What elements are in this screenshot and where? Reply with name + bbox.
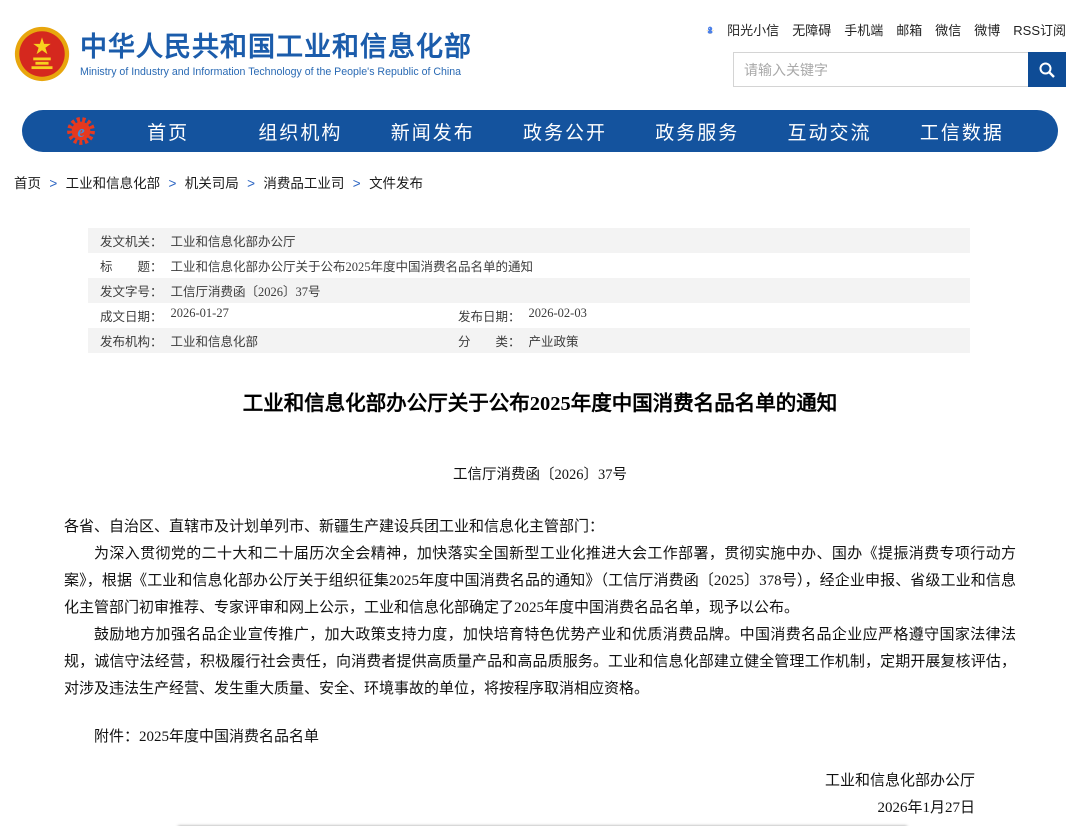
nav-item-gov-services[interactable]: 政务服务 xyxy=(631,118,763,145)
nav-item-news[interactable]: 新闻发布 xyxy=(367,118,499,145)
body-paragraph-2: 鼓励地方加强名品企业宣传推广，加大政策支持力度，加快培育特色优势产业和优质消费品… xyxy=(64,622,1016,703)
breadcrumb-separator: > xyxy=(49,176,57,191)
search-box xyxy=(733,52,1066,87)
meta-value: 工业和信息化部办公厅关于公布2025年度中国消费名品名单的通知 xyxy=(171,256,534,275)
meta-row-publisher-category: 发布机构： 工业和信息化部 分 类： 产业政策 xyxy=(88,328,970,353)
meta-label: 发布日期： xyxy=(458,306,521,325)
site-title: 中华人民共和国工业和信息化部 xyxy=(80,31,472,63)
search-button[interactable] xyxy=(1028,52,1066,87)
breadcrumb-separator: > xyxy=(169,176,177,191)
site-header: 中华人民共和国工业和信息化部 Ministry of Industry and … xyxy=(0,0,1080,106)
meta-row-issuing-office: 发文机关： 工业和信息化部办公厅 xyxy=(88,228,970,253)
nav-item-gov-disclosure[interactable]: 政务公开 xyxy=(499,118,631,145)
site-subtitle: Ministry of Industry and Information Tec… xyxy=(80,66,472,78)
utility-link-mail[interactable]: 邮箱 xyxy=(896,20,922,39)
meta-value: 工信厅消费函〔2026〕37号 xyxy=(171,281,321,300)
attachment-line: 附件：2025年度中国消费名品名单 xyxy=(64,725,1016,746)
signature-block: 工业和信息化部办公厅 2026年1月27日 xyxy=(0,768,975,822)
meta-label: 分 类： xyxy=(458,331,521,350)
utility-link-mobile[interactable]: 手机端 xyxy=(844,20,883,39)
signature-date: 2026年1月27日 xyxy=(0,795,975,822)
utility-link-accessibility[interactable]: 无障碍 xyxy=(792,20,831,39)
meta-row-title: 标 题： 工业和信息化部办公厅关于公布2025年度中国消费名品名单的通知 xyxy=(88,253,970,278)
signature-org: 工业和信息化部办公厅 xyxy=(0,768,975,795)
meta-label: 发布机构： xyxy=(100,331,163,350)
document-body: 各省、自治区、直辖市及计划单列市、新疆生产建设兵团工业和信息化主管部门： 为深入… xyxy=(64,514,1016,703)
meta-label: 发文机关： xyxy=(100,231,163,250)
meta-label: 标 题： xyxy=(100,256,163,275)
meta-value: 2026-02-03 xyxy=(529,306,587,325)
utility-link-wechat[interactable]: 微信 xyxy=(935,20,961,39)
nav-item-miit-data[interactable]: 工信数据 xyxy=(896,118,1028,145)
meta-value: 2026-01-27 xyxy=(171,306,229,325)
utility-link-rss[interactable]: RSS订阅 xyxy=(1013,20,1066,39)
svg-text:e: e xyxy=(77,122,84,141)
breadcrumb: 首页 > 工业和信息化部 > 机关司局 > 消费品工业司 > 文件发布 xyxy=(14,172,1080,192)
meta-label: 成文日期： xyxy=(100,306,163,325)
miit-gear-logo-icon: e xyxy=(66,116,96,146)
utility-link-weibo[interactable]: 微博 xyxy=(974,20,1000,39)
nav-item-interaction[interactable]: 互动交流 xyxy=(763,118,895,145)
utility-links: 阳光小信 无障碍 手机端 邮箱 微信 微博 RSS订阅 xyxy=(706,20,1066,39)
national-emblem-logo xyxy=(14,26,70,82)
site-brand[interactable]: 中华人民共和国工业和信息化部 Ministry of Industry and … xyxy=(14,26,472,82)
document-meta-table: 发文机关： 工业和信息化部办公厅 标 题： 工业和信息化部办公厅关于公布2025… xyxy=(88,228,970,353)
breadcrumb-separator: > xyxy=(353,176,361,191)
meta-row-doc-number: 发文字号： 工信厅消费函〔2026〕37号 xyxy=(88,278,970,303)
body-paragraph-1: 为深入贯彻党的二十大和二十届历次全会精神，加快落实全国新型工业化推进大会工作部署… xyxy=(64,541,1016,622)
meta-value: 产业政策 xyxy=(529,331,579,350)
breadcrumb-consumer-goods[interactable]: 消费品工业司 xyxy=(263,176,344,191)
meta-value: 工业和信息化部 xyxy=(171,331,259,350)
salutation-paragraph: 各省、自治区、直辖市及计划单列市、新疆生产建设兵团工业和信息化主管部门： xyxy=(64,514,1016,541)
page-title: 工业和信息化部办公厅关于公布2025年度中国消费名品名单的通知 xyxy=(0,386,1080,416)
main-navbar: e 首页 组织机构 新闻发布 政务公开 政务服务 互动交流 工信数据 xyxy=(22,110,1058,152)
meta-row-dates: 成文日期： 2026-01-27 发布日期： 2026-02-03 xyxy=(88,303,970,328)
breadcrumb-separator: > xyxy=(247,176,255,191)
meta-value: 工业和信息化部办公厅 xyxy=(171,231,296,250)
search-icon xyxy=(1038,61,1056,79)
breadcrumb-miit[interactable]: 工业和信息化部 xyxy=(66,176,161,191)
nav-item-organization[interactable]: 组织机构 xyxy=(234,118,366,145)
breadcrumb-home[interactable]: 首页 xyxy=(14,176,41,191)
breadcrumb-document-release[interactable]: 文件发布 xyxy=(369,176,423,191)
breadcrumb-departments[interactable]: 机关司局 xyxy=(185,176,239,191)
document-number: 工信厅消费函〔2026〕37号 xyxy=(0,463,1080,484)
search-input[interactable] xyxy=(733,52,1028,87)
nav-item-home[interactable]: 首页 xyxy=(102,118,234,145)
assistant-robot-icon xyxy=(706,22,714,38)
meta-label: 发文字号： xyxy=(100,281,163,300)
utility-link-assistant[interactable]: 阳光小信 xyxy=(727,20,779,39)
